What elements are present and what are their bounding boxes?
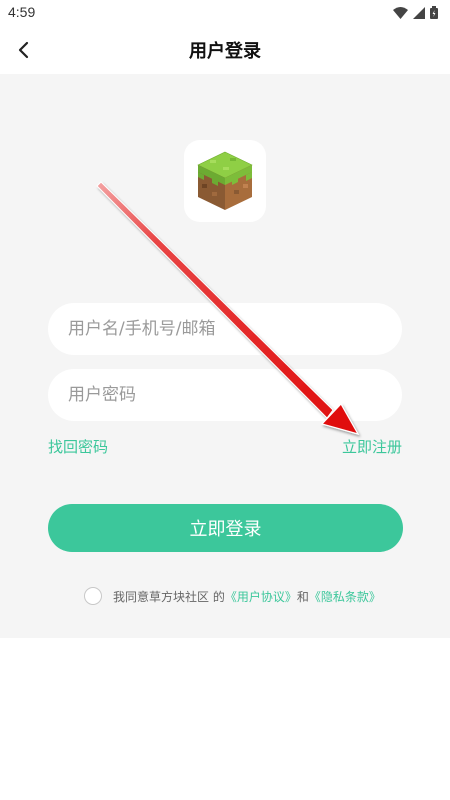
agreement-checkbox[interactable] xyxy=(84,587,102,605)
username-field[interactable] xyxy=(48,303,402,355)
status-bar: 4:59 xyxy=(0,0,450,26)
password-input[interactable] xyxy=(48,369,402,421)
agreement-row: 我同意草方块社区 的 《用户协议》 和 《隐私条款》 xyxy=(84,586,381,606)
password-field[interactable] xyxy=(48,369,402,421)
agreement-text: 我同意草方块社区 的 xyxy=(113,589,225,604)
battery-icon xyxy=(430,6,438,19)
app-logo xyxy=(184,140,266,222)
signal-icon xyxy=(413,6,425,19)
status-icons xyxy=(393,6,438,19)
privacy-policy-link[interactable]: 《隐私条款》 xyxy=(309,588,381,605)
agreement-conjunction: 和 xyxy=(296,589,309,604)
grass-block-icon xyxy=(197,151,253,210)
header: 用户登录 xyxy=(0,26,450,74)
login-button[interactable]: 立即登录 xyxy=(48,504,403,552)
username-input[interactable] xyxy=(48,303,402,355)
login-panel: 找回密码 立即注册 立即登录 我同意草方块社区 的 《用户协议》 和 《隐私条款… xyxy=(0,74,450,638)
status-time: 4:59 xyxy=(8,4,36,20)
register-link[interactable]: 立即注册 xyxy=(342,436,402,457)
page-title: 用户登录 xyxy=(189,41,261,62)
forgot-password-link[interactable]: 找回密码 xyxy=(48,436,108,457)
user-agreement-link[interactable]: 《用户协议》 xyxy=(225,588,297,605)
wifi-icon xyxy=(393,6,408,19)
